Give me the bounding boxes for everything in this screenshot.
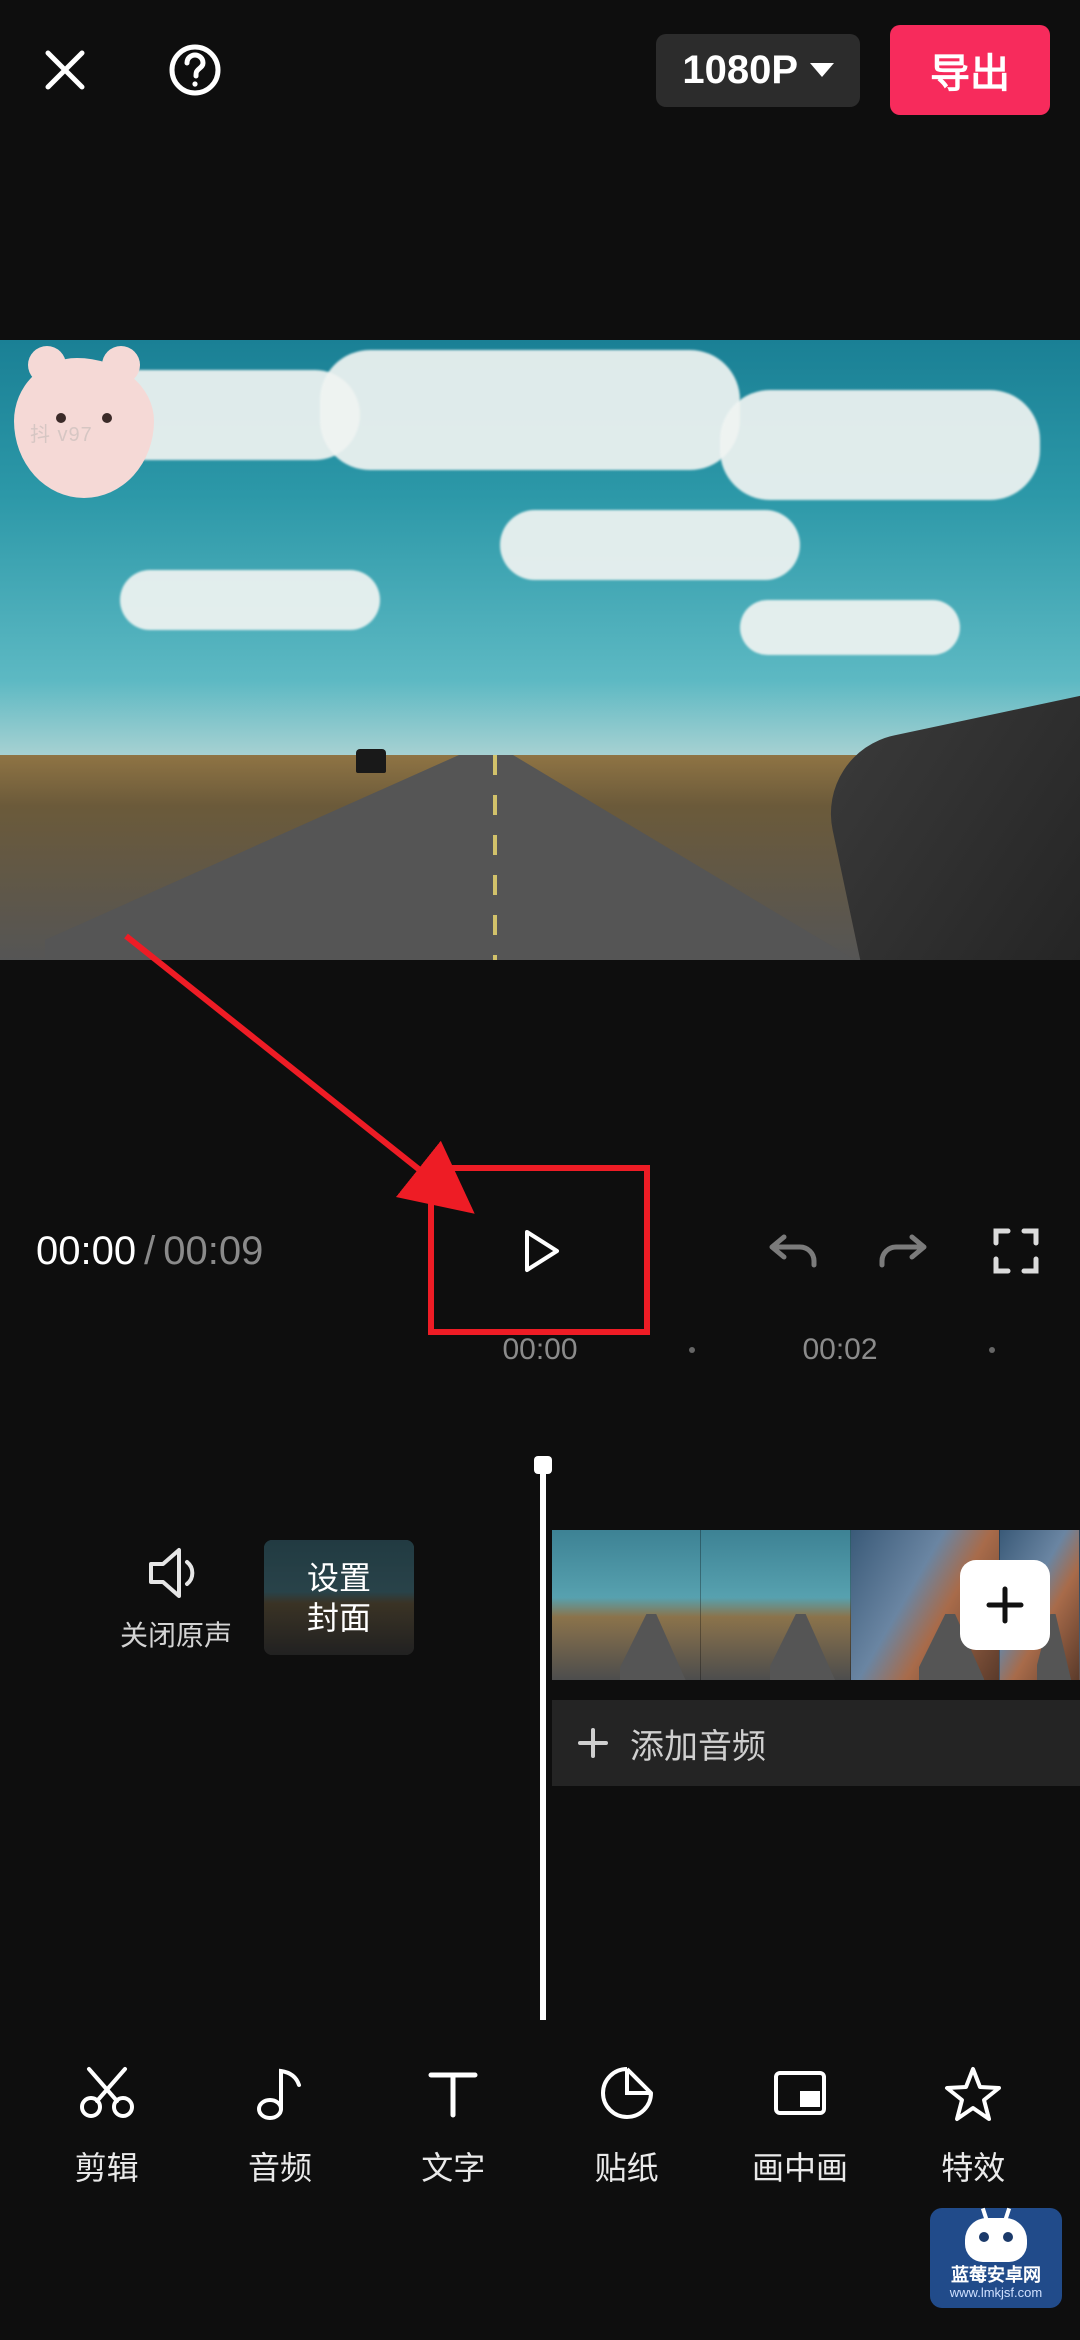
tool-label: 特效 bbox=[941, 2143, 1005, 2189]
scissors-icon bbox=[77, 2063, 137, 2123]
help-button[interactable] bbox=[160, 35, 230, 105]
plus-icon bbox=[576, 1726, 610, 1760]
mute-original-sound[interactable]: 关闭原声 bbox=[120, 1542, 232, 1654]
current-time: 00:00 bbox=[36, 1229, 136, 1274]
pip-icon bbox=[770, 2063, 830, 2123]
close-button[interactable] bbox=[30, 35, 100, 105]
source-site-badge: 蓝莓安卓网 www.lmkjsf.com bbox=[930, 2208, 1062, 2308]
tool-label: 贴纸 bbox=[595, 2143, 659, 2189]
text-icon bbox=[423, 2063, 483, 2123]
badge-title: 蓝莓安卓网 bbox=[951, 2266, 1041, 2284]
top-bar-left bbox=[30, 35, 230, 105]
tool-label: 文字 bbox=[421, 2143, 485, 2189]
plus-icon bbox=[981, 1581, 1029, 1629]
undo-icon bbox=[764, 1223, 820, 1279]
export-label: 导出 bbox=[930, 52, 1010, 96]
add-clip-button[interactable] bbox=[960, 1560, 1050, 1650]
tool-label: 剪辑 bbox=[75, 2143, 139, 2189]
speaker-icon bbox=[145, 1542, 207, 1604]
top-bar: 1080P 导出 bbox=[0, 0, 1080, 140]
preview-car bbox=[356, 749, 386, 773]
time-separator: / bbox=[144, 1229, 155, 1274]
time-ruler[interactable]: 00:00 00:02 bbox=[0, 1320, 1080, 1380]
video-preview[interactable]: 抖 v97 bbox=[0, 340, 1080, 960]
ruler-dot bbox=[689, 1347, 695, 1353]
chevron-down-icon bbox=[810, 63, 834, 77]
playhead[interactable] bbox=[540, 1460, 546, 2020]
badge-mascot-icon bbox=[965, 2218, 1027, 2262]
ruler-mark: 00:02 bbox=[802, 1333, 877, 1367]
add-audio-label: 添加音频 bbox=[630, 1719, 766, 1768]
undo-button[interactable] bbox=[764, 1223, 820, 1279]
tool-edit[interactable]: 剪辑 bbox=[47, 2061, 167, 2189]
close-icon bbox=[40, 45, 90, 95]
resolution-label: 1080P bbox=[682, 48, 798, 93]
clip-thumbnail[interactable] bbox=[701, 1530, 850, 1680]
tool-text[interactable]: 文字 bbox=[393, 2061, 513, 2189]
tool-label: 音频 bbox=[248, 2143, 312, 2189]
tool-audio[interactable]: 音频 bbox=[220, 2061, 340, 2189]
tool-sticker[interactable]: 贴纸 bbox=[567, 2061, 687, 2189]
redo-button[interactable] bbox=[876, 1223, 932, 1279]
video-clip-track[interactable] bbox=[552, 1530, 1080, 1680]
playback-right-controls bbox=[764, 1223, 1044, 1279]
export-button[interactable]: 导出 bbox=[890, 25, 1050, 115]
ruler-dot bbox=[989, 1347, 995, 1353]
play-button[interactable] bbox=[505, 1216, 575, 1286]
fullscreen-icon bbox=[990, 1225, 1042, 1277]
fullscreen-button[interactable] bbox=[988, 1223, 1044, 1279]
mute-label: 关闭原声 bbox=[120, 1614, 232, 1654]
pre-track-controls: 关闭原声 设置 封面 bbox=[0, 1540, 414, 1655]
star-icon bbox=[943, 2063, 1003, 2123]
play-icon bbox=[517, 1228, 563, 1274]
ruler-mark: 00:00 bbox=[502, 1333, 577, 1367]
set-cover-label: 设置 封面 bbox=[307, 1558, 371, 1638]
tool-label: 画中画 bbox=[752, 2143, 848, 2189]
badge-url: www.lmkjsf.com bbox=[950, 2286, 1042, 2299]
playback-bar: 00:00 / 00:09 bbox=[0, 1186, 1080, 1316]
add-audio-track[interactable]: 添加音频 bbox=[552, 1700, 1080, 1786]
set-cover-button[interactable]: 设置 封面 bbox=[264, 1540, 414, 1655]
help-icon bbox=[168, 43, 222, 97]
resolution-dropdown[interactable]: 1080P bbox=[656, 34, 860, 107]
clip-thumbnail[interactable] bbox=[552, 1530, 701, 1680]
redo-icon bbox=[876, 1223, 932, 1279]
sticker-icon bbox=[597, 2063, 657, 2123]
bottom-toolbar: 剪辑 音频 文字 贴纸 画中画 特效 bbox=[0, 2040, 1080, 2210]
top-bar-right: 1080P 导出 bbox=[656, 25, 1050, 115]
preview-watermark: 抖 v97 bbox=[30, 418, 93, 447]
music-note-icon bbox=[250, 2063, 310, 2123]
tool-pip[interactable]: 画中画 bbox=[740, 2061, 860, 2189]
total-duration: 00:09 bbox=[163, 1229, 263, 1274]
tool-effect[interactable]: 特效 bbox=[913, 2061, 1033, 2189]
